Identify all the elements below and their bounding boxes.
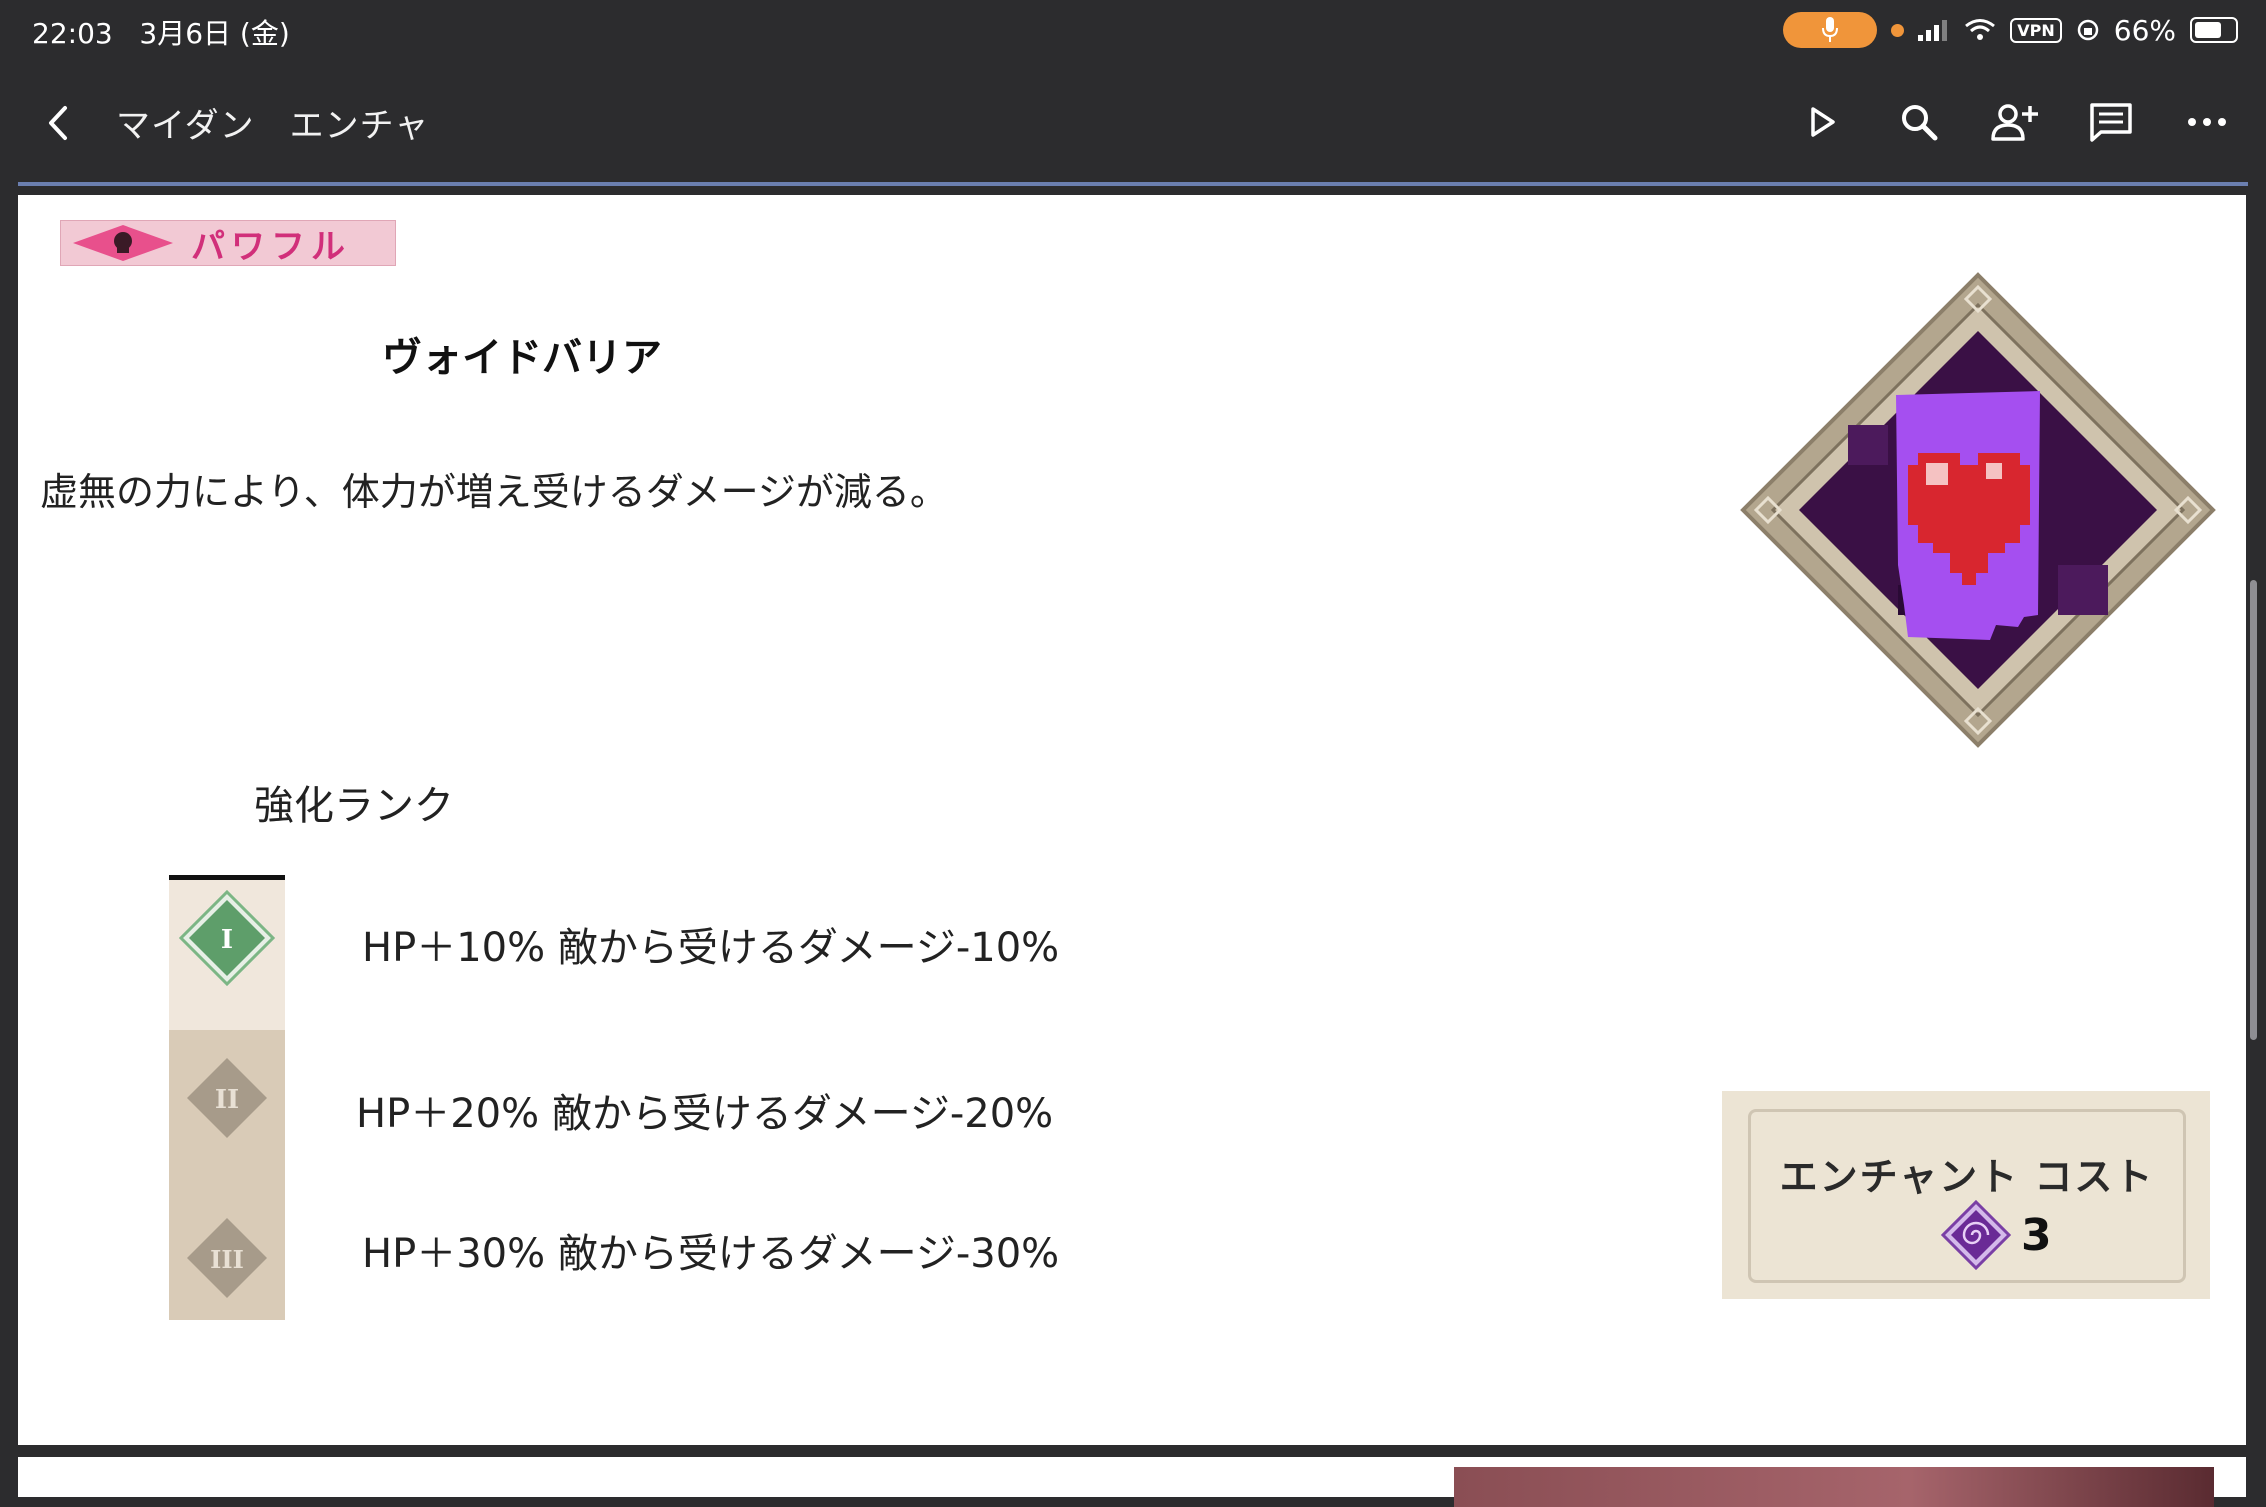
microphone-icon bbox=[1822, 17, 1839, 42]
svg-text:III: III bbox=[210, 1245, 244, 1274]
present-button[interactable] bbox=[1794, 90, 1852, 154]
svg-text:II: II bbox=[215, 1085, 239, 1115]
rank-icon-strip: I II III bbox=[169, 875, 285, 1320]
status-bar: 22:03 3月6日 (金) VPN 66% bbox=[0, 0, 2266, 62]
status-time: 22:03 3月6日 (金) bbox=[32, 17, 290, 50]
rank-1-effect: HP＋10% 敵から受けるダメージ-10% bbox=[362, 925, 1060, 971]
rank-2-diamond-icon: II bbox=[187, 1058, 267, 1138]
wifi-icon bbox=[1965, 19, 1996, 40]
cost-value: 3 bbox=[2021, 1210, 2052, 1261]
toolbar-actions bbox=[1794, 90, 2236, 154]
document-page[interactable]: パワフル ヴォイドバリア 虚無の力により、体力が増え受けるダメージが減る。 強化… bbox=[18, 195, 2246, 1445]
comments-button[interactable] bbox=[2082, 90, 2140, 154]
badge-label: パワフル bbox=[191, 226, 351, 267]
rank-3-effect: HP＋30% 敵から受けるダメージ-30% bbox=[362, 1231, 1060, 1277]
rotation-lock-icon bbox=[2077, 19, 2099, 41]
powerful-badge: パワフル bbox=[60, 220, 396, 267]
privacy-dot-icon bbox=[1891, 23, 1905, 37]
status-date: 3月6日 (金) bbox=[139, 17, 290, 50]
page-selection-border bbox=[18, 182, 2248, 186]
search-icon bbox=[1902, 105, 1938, 141]
battery-percent: 66% bbox=[2113, 13, 2176, 47]
enchant-name: ヴォイドバリア bbox=[382, 335, 662, 381]
share-button[interactable] bbox=[1986, 90, 2044, 154]
rank-heading: 強化ランク bbox=[254, 783, 454, 829]
vpn-badge: VPN bbox=[2010, 17, 2062, 43]
document-title: マイダン エンチャ bbox=[116, 106, 430, 146]
search-button[interactable] bbox=[1890, 90, 1948, 154]
scrollbar[interactable] bbox=[2250, 580, 2257, 1040]
microphone-indicator bbox=[1783, 12, 1878, 48]
svg-text:I: I bbox=[221, 925, 233, 955]
more-icon bbox=[2188, 118, 2226, 126]
next-page-image bbox=[1454, 1467, 2214, 1507]
document-toolbar: マイダン エンチャ bbox=[0, 62, 2266, 182]
skull-diamond-icon bbox=[73, 225, 173, 261]
play-icon bbox=[1811, 107, 1835, 137]
void-barrier-heart-icon bbox=[1740, 272, 2216, 748]
rank-1-diamond-icon: I bbox=[179, 890, 275, 986]
enchant-cost-panel: エンチャント コスト 3 bbox=[1722, 1091, 2210, 1299]
rank-3-diamond-icon: III bbox=[187, 1218, 267, 1298]
cost-label: エンチャント コスト bbox=[1779, 1155, 2155, 1199]
cellular-signal-icon bbox=[1918, 20, 1948, 41]
add-person-icon bbox=[1991, 104, 2038, 141]
next-page[interactable] bbox=[18, 1457, 2246, 1507]
back-icon bbox=[49, 106, 67, 140]
status-indicators: VPN 66% bbox=[1783, 10, 2238, 50]
enchant-point-spiral-icon bbox=[1941, 1200, 2011, 1270]
enchant-description: 虚無の力により、体力が増え受けるダメージが減る。 bbox=[40, 470, 948, 514]
more-options-button[interactable] bbox=[2178, 90, 2236, 154]
battery-icon bbox=[2190, 17, 2238, 43]
comment-icon bbox=[2090, 103, 2132, 142]
back-button[interactable] bbox=[36, 98, 80, 148]
rank-2-effect: HP＋20% 敵から受けるダメージ-20% bbox=[356, 1091, 1054, 1137]
